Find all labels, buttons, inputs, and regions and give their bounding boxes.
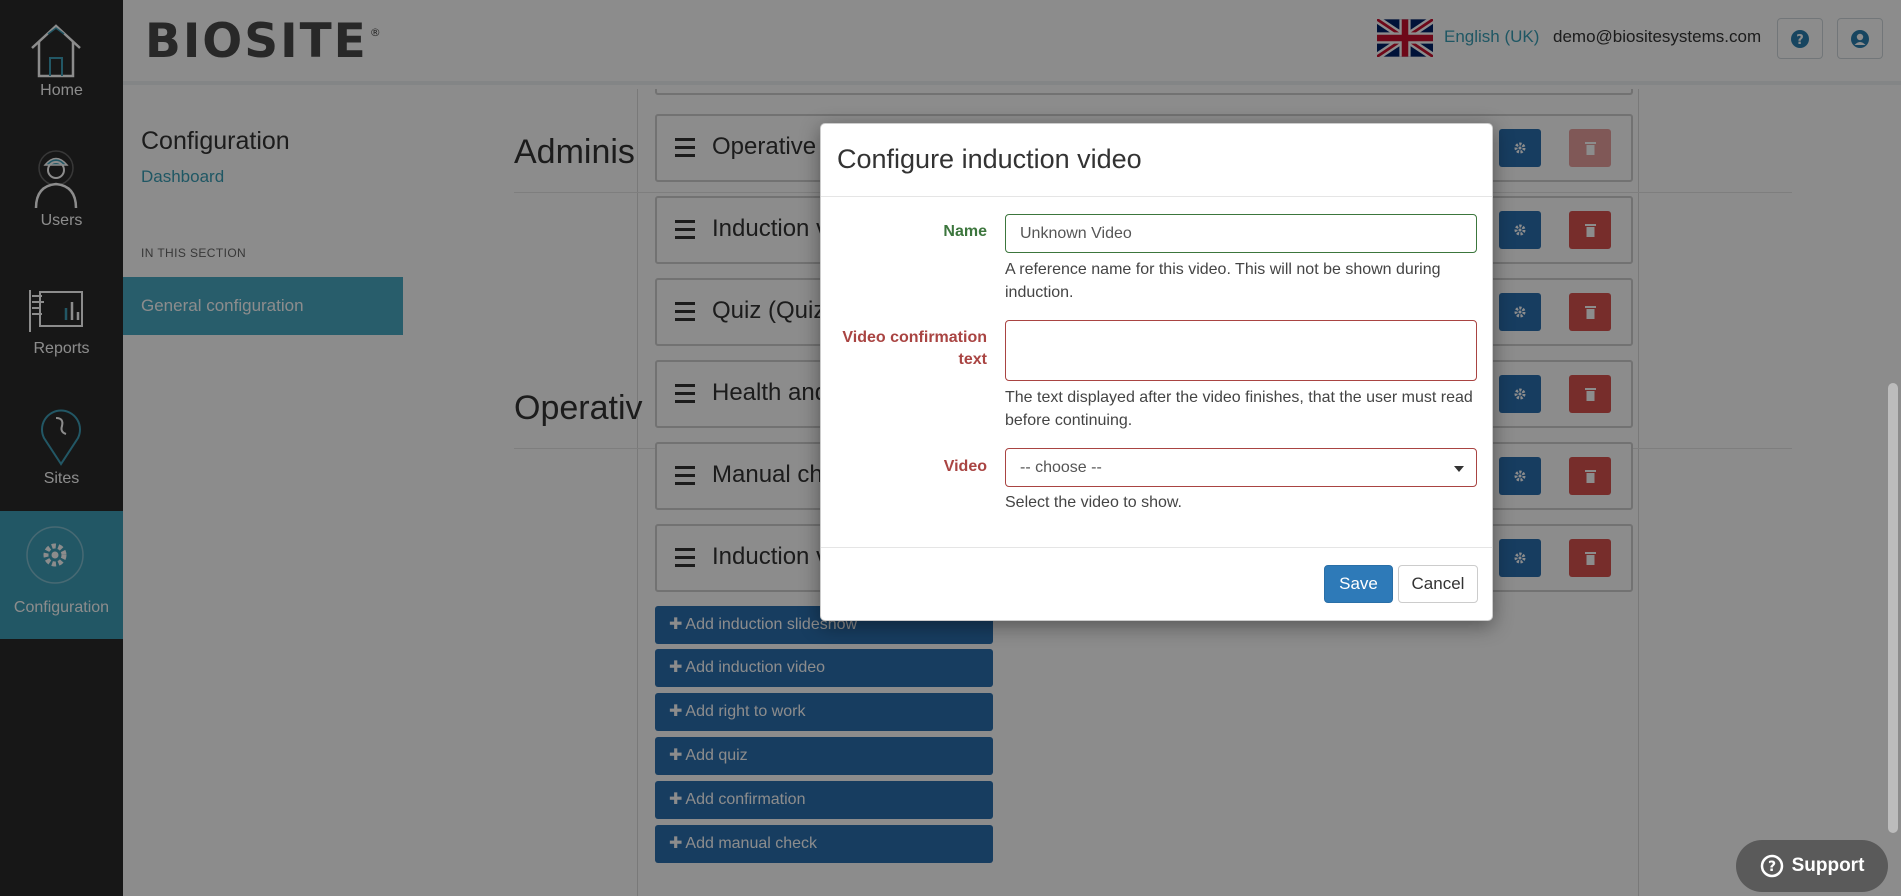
scrollbar-thumb[interactable] xyxy=(1888,383,1898,833)
divider xyxy=(821,196,1492,197)
video-select-value: -- choose -- xyxy=(1020,459,1102,476)
confirmation-text-label: Video confirmation text xyxy=(842,329,987,368)
video-label: Video xyxy=(943,458,987,475)
configure-induction-video-dialog: Configure induction video Name A referen… xyxy=(820,123,1493,621)
dialog-title: Configure induction video xyxy=(837,144,1142,174)
divider xyxy=(821,547,1492,548)
confirmation-help: The text displayed after the video finis… xyxy=(1005,389,1473,429)
support-button[interactable]: ? Support xyxy=(1736,840,1888,892)
question-circle-icon: ? xyxy=(1760,854,1783,878)
confirmation-text-input[interactable] xyxy=(1005,320,1477,381)
name-label: Name xyxy=(943,223,987,240)
video-help: Select the video to show. xyxy=(1005,494,1182,511)
chevron-down-icon xyxy=(1454,466,1464,472)
cancel-button[interactable]: Cancel xyxy=(1398,565,1478,603)
name-input[interactable] xyxy=(1005,214,1477,253)
support-label: Support xyxy=(1791,855,1865,876)
svg-text:?: ? xyxy=(1768,859,1776,875)
save-button[interactable]: Save xyxy=(1324,565,1393,603)
video-select[interactable]: -- choose -- xyxy=(1005,448,1477,487)
name-help: A reference name for this video. This wi… xyxy=(1005,261,1441,301)
